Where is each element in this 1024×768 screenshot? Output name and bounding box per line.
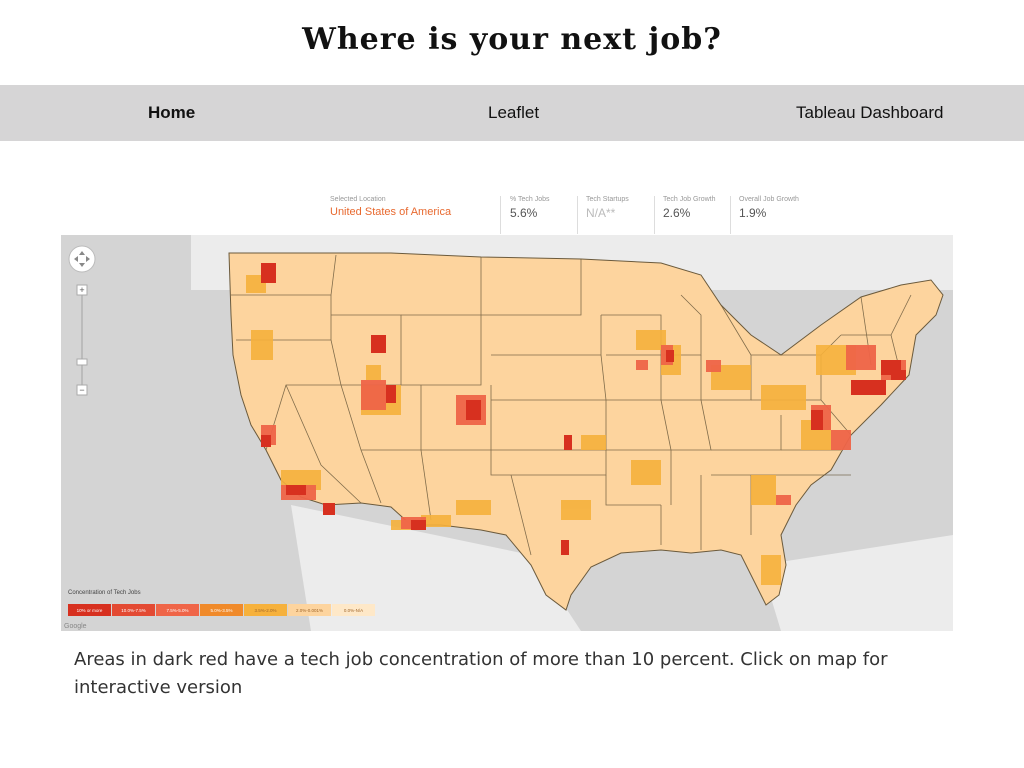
legend-label: 0.0%-N/A <box>344 608 363 613</box>
stat-selected-location: Selected Location United States of Ameri… <box>330 196 451 234</box>
stat-value: 5.6% <box>510 206 538 220</box>
nav-home-link[interactable]: Home <box>148 85 195 141</box>
legend-label: 5.0%-3.5% <box>210 608 232 613</box>
stat-value: United States of America <box>330 206 452 218</box>
legend-label: 2.0%-0.001% <box>296 608 323 613</box>
navbar: Home Leaflet Tableau Dashboard <box>0 85 1024 141</box>
stat-overall-job-growth: Overall Job Growth 1.9% <box>739 196 799 234</box>
stat-value: N/A** <box>586 206 616 220</box>
legend-label: 10.0%-7.5% <box>121 608 146 613</box>
zoom-in-icon: + <box>79 285 84 295</box>
stat-label: Tech Startups <box>586 196 629 203</box>
stat-label: Overall Job Growth <box>739 196 799 203</box>
divider <box>654 196 655 234</box>
legend-label: 7.5%-5.0% <box>166 608 188 613</box>
divider <box>577 196 578 234</box>
stat-tech-startups: Tech Startups N/A** <box>586 196 629 234</box>
stat-label: Selected Location <box>330 196 386 203</box>
page-title: Where is your next job? <box>302 22 722 57</box>
stat-value: 1.9% <box>739 206 767 220</box>
tech-jobs-map[interactable]: + − Concentration of Tech Jobs 10% or mo… <box>61 235 953 631</box>
pan-control[interactable] <box>68 245 96 273</box>
stat-tech-jobs: % Tech Jobs 5.6% <box>510 196 550 234</box>
stat-value: 2.6% <box>663 206 691 220</box>
zoom-slider-handle[interactable] <box>76 358 88 366</box>
map-caption: Areas in dark red have a tech job concen… <box>74 649 888 698</box>
divider <box>500 196 501 234</box>
stat-tech-job-growth: Tech Job Growth 2.6% <box>663 196 716 234</box>
divider <box>730 196 731 234</box>
nav-tableau-link[interactable]: Tableau Dashboard <box>796 85 943 141</box>
legend-title: Concentration of Tech Jobs <box>68 590 141 596</box>
map-attribution: Google <box>64 623 87 630</box>
legend-label: 10% or more <box>77 608 103 613</box>
stat-label: Tech Job Growth <box>663 196 716 203</box>
legend-label: 3.5%-2.0% <box>254 608 276 613</box>
zoom-out-icon: − <box>79 385 84 395</box>
stat-label: % Tech Jobs <box>510 196 550 203</box>
stats-bar: Selected Location United States of Ameri… <box>320 196 840 234</box>
nav-leaflet-link[interactable]: Leaflet <box>488 85 539 141</box>
